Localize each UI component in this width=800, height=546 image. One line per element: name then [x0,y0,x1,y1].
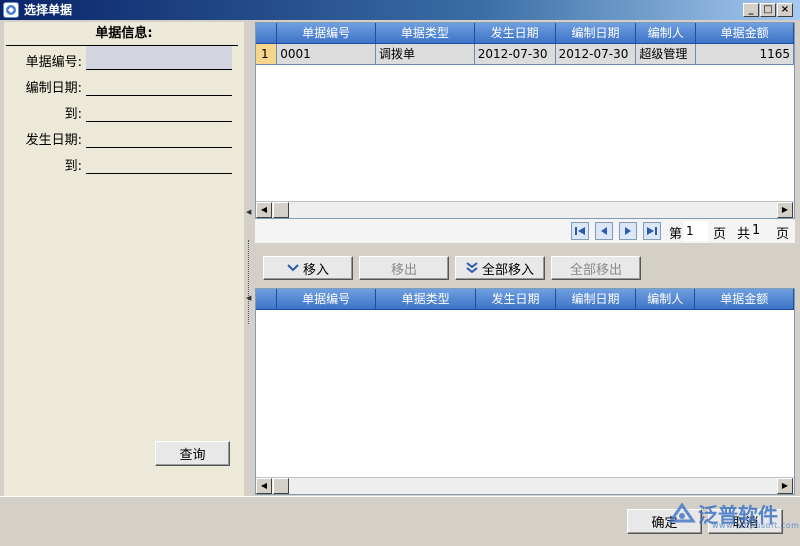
collapse-arrow-icon[interactable]: ◀ [246,294,251,302]
field-row-document-code: 单据编号: [4,46,244,72]
available-documents-grid: 单据编号 单据类型 发生日期 编制日期 编制人 单据金额 1 0001 调拨单 … [255,22,795,219]
column-header-code[interactable]: 单据编号 [276,23,377,44]
total-pages-value: 1 [752,223,761,238]
total-suffix-label: 页 [776,227,790,242]
column-header-rownum[interactable] [256,289,277,310]
create-date-label: 编制日期: [25,81,82,96]
scroll-right-icon[interactable]: ▶ [777,202,793,218]
dialog-footer: 确定 取消 [0,496,800,546]
pagination-bar: 第 页 共 1 页 [255,219,795,243]
maximize-button[interactable]: □ [760,3,776,17]
scroll-left-icon[interactable]: ◀ [256,202,272,218]
column-header-occur-date[interactable]: 发生日期 [475,289,556,310]
page-suffix-label: 页 [713,227,727,242]
window-title: 选择单据 [24,3,73,17]
occur-date-to-label: 到: [64,159,82,174]
occur-date-label: 发生日期: [25,133,82,148]
occur-date-to-input[interactable] [86,150,232,174]
previous-page-icon[interactable] [595,222,613,240]
column-header-type[interactable]: 单据类型 [375,23,475,44]
filter-panel: 单据信息: 单据编号: 编制日期: 到: 发生日期: 到: [4,22,244,458]
move-in-label: 移入 [302,262,329,278]
total-prefix-label: 共 [737,227,751,242]
column-header-amount[interactable]: 单据金额 [695,23,794,44]
create-date-to-label: 到: [64,107,82,122]
filter-section-title: 单据信息: [95,26,153,41]
move-all-out-button[interactable]: 全部移出 [551,256,641,280]
move-all-in-button[interactable]: 全部移入 [455,256,545,280]
first-page-icon[interactable] [571,222,589,240]
table-row[interactable]: 1 0001 调拨单 2012-07-30 2012-07-30 超级管理 11… [256,43,794,65]
panel-splitter[interactable]: ◀ ◀ [244,22,254,496]
column-header-rownum[interactable] [256,23,278,44]
cell-type[interactable]: 调拨单 [375,43,475,65]
column-header-code[interactable]: 单据编号 [276,289,377,310]
cell-amount[interactable]: 1165 [695,43,794,65]
field-row-create-date-to: 到: [4,98,244,124]
transfer-action-bar: 移入 移出 全部移入 全部移出 [255,250,795,288]
scroll-right-icon[interactable]: ▶ [777,478,793,494]
column-header-create-date[interactable]: 编制日期 [555,23,637,44]
move-all-out-label: 全部移出 [569,262,622,278]
table-header-row: 单据编号 单据类型 发生日期 编制日期 编制人 单据金额 [256,23,794,44]
document-code-input[interactable] [86,46,232,70]
collapse-arrow-icon[interactable]: ◀ [246,208,251,216]
page-number-input[interactable] [684,221,708,241]
column-header-amount[interactable]: 单据金额 [694,289,794,310]
title-bar[interactable]: 选择单据 _ □ × [0,0,800,20]
column-header-creator[interactable]: 编制人 [635,289,696,310]
create-date-to-input[interactable] [86,98,232,122]
cell-code[interactable]: 0001 [276,43,377,65]
cell-create-date[interactable]: 2012-07-30 [555,43,637,65]
column-header-type[interactable]: 单据类型 [375,289,476,310]
minimize-button[interactable]: _ [743,3,759,17]
close-button[interactable]: × [777,3,793,17]
splitter-grip[interactable] [248,240,250,324]
scroll-thumb[interactable] [273,478,289,494]
last-page-icon[interactable] [643,222,661,240]
row-number[interactable]: 1 [256,43,278,65]
scroll-left-icon[interactable]: ◀ [256,478,272,494]
page-prefix-label: 第 [669,227,683,242]
column-header-creator[interactable]: 编制人 [635,23,697,44]
field-row-occur-date-to: 到: [4,150,244,176]
field-row-occur-date-from: 发生日期: [4,124,244,150]
cell-creator[interactable]: 超级管理 [635,43,697,65]
app-icon [3,2,19,18]
field-row-create-date-from: 编制日期: [4,72,244,98]
occur-date-from-input[interactable] [86,124,232,148]
chevron-down-icon [287,264,299,272]
move-in-button[interactable]: 移入 [263,256,353,280]
ok-button[interactable]: 确定 [627,509,702,534]
move-all-in-label: 全部移入 [481,262,534,278]
horizontal-scrollbar[interactable]: ◀ ▶ [256,477,794,494]
selected-documents-grid: 单据编号 单据类型 发生日期 编制日期 编制人 单据金额 ◀ ▶ [255,288,795,495]
column-header-occur-date[interactable]: 发生日期 [474,23,556,44]
query-button[interactable]: 查询 [155,441,230,466]
create-date-from-input[interactable] [86,72,232,96]
next-page-icon[interactable] [619,222,637,240]
selected-documents-table: 单据编号 单据类型 发生日期 编制日期 编制人 单据金额 [256,289,794,310]
available-documents-table: 单据编号 单据类型 发生日期 编制日期 编制人 单据金额 1 0001 调拨单 … [256,23,794,65]
table-header-row: 单据编号 单据类型 发生日期 编制日期 编制人 单据金额 [256,289,794,310]
column-header-create-date[interactable]: 编制日期 [555,289,637,310]
cell-occur-date[interactable]: 2012-07-30 [474,43,556,65]
double-chevron-down-icon [466,262,478,274]
horizontal-scrollbar[interactable]: ◀ ▶ [256,201,794,218]
move-out-label: 移出 [390,262,417,278]
cancel-button[interactable]: 取消 [708,509,783,534]
document-code-label: 单据编号: [25,55,82,70]
move-out-button[interactable]: 移出 [359,256,449,280]
scroll-thumb[interactable] [273,202,289,218]
